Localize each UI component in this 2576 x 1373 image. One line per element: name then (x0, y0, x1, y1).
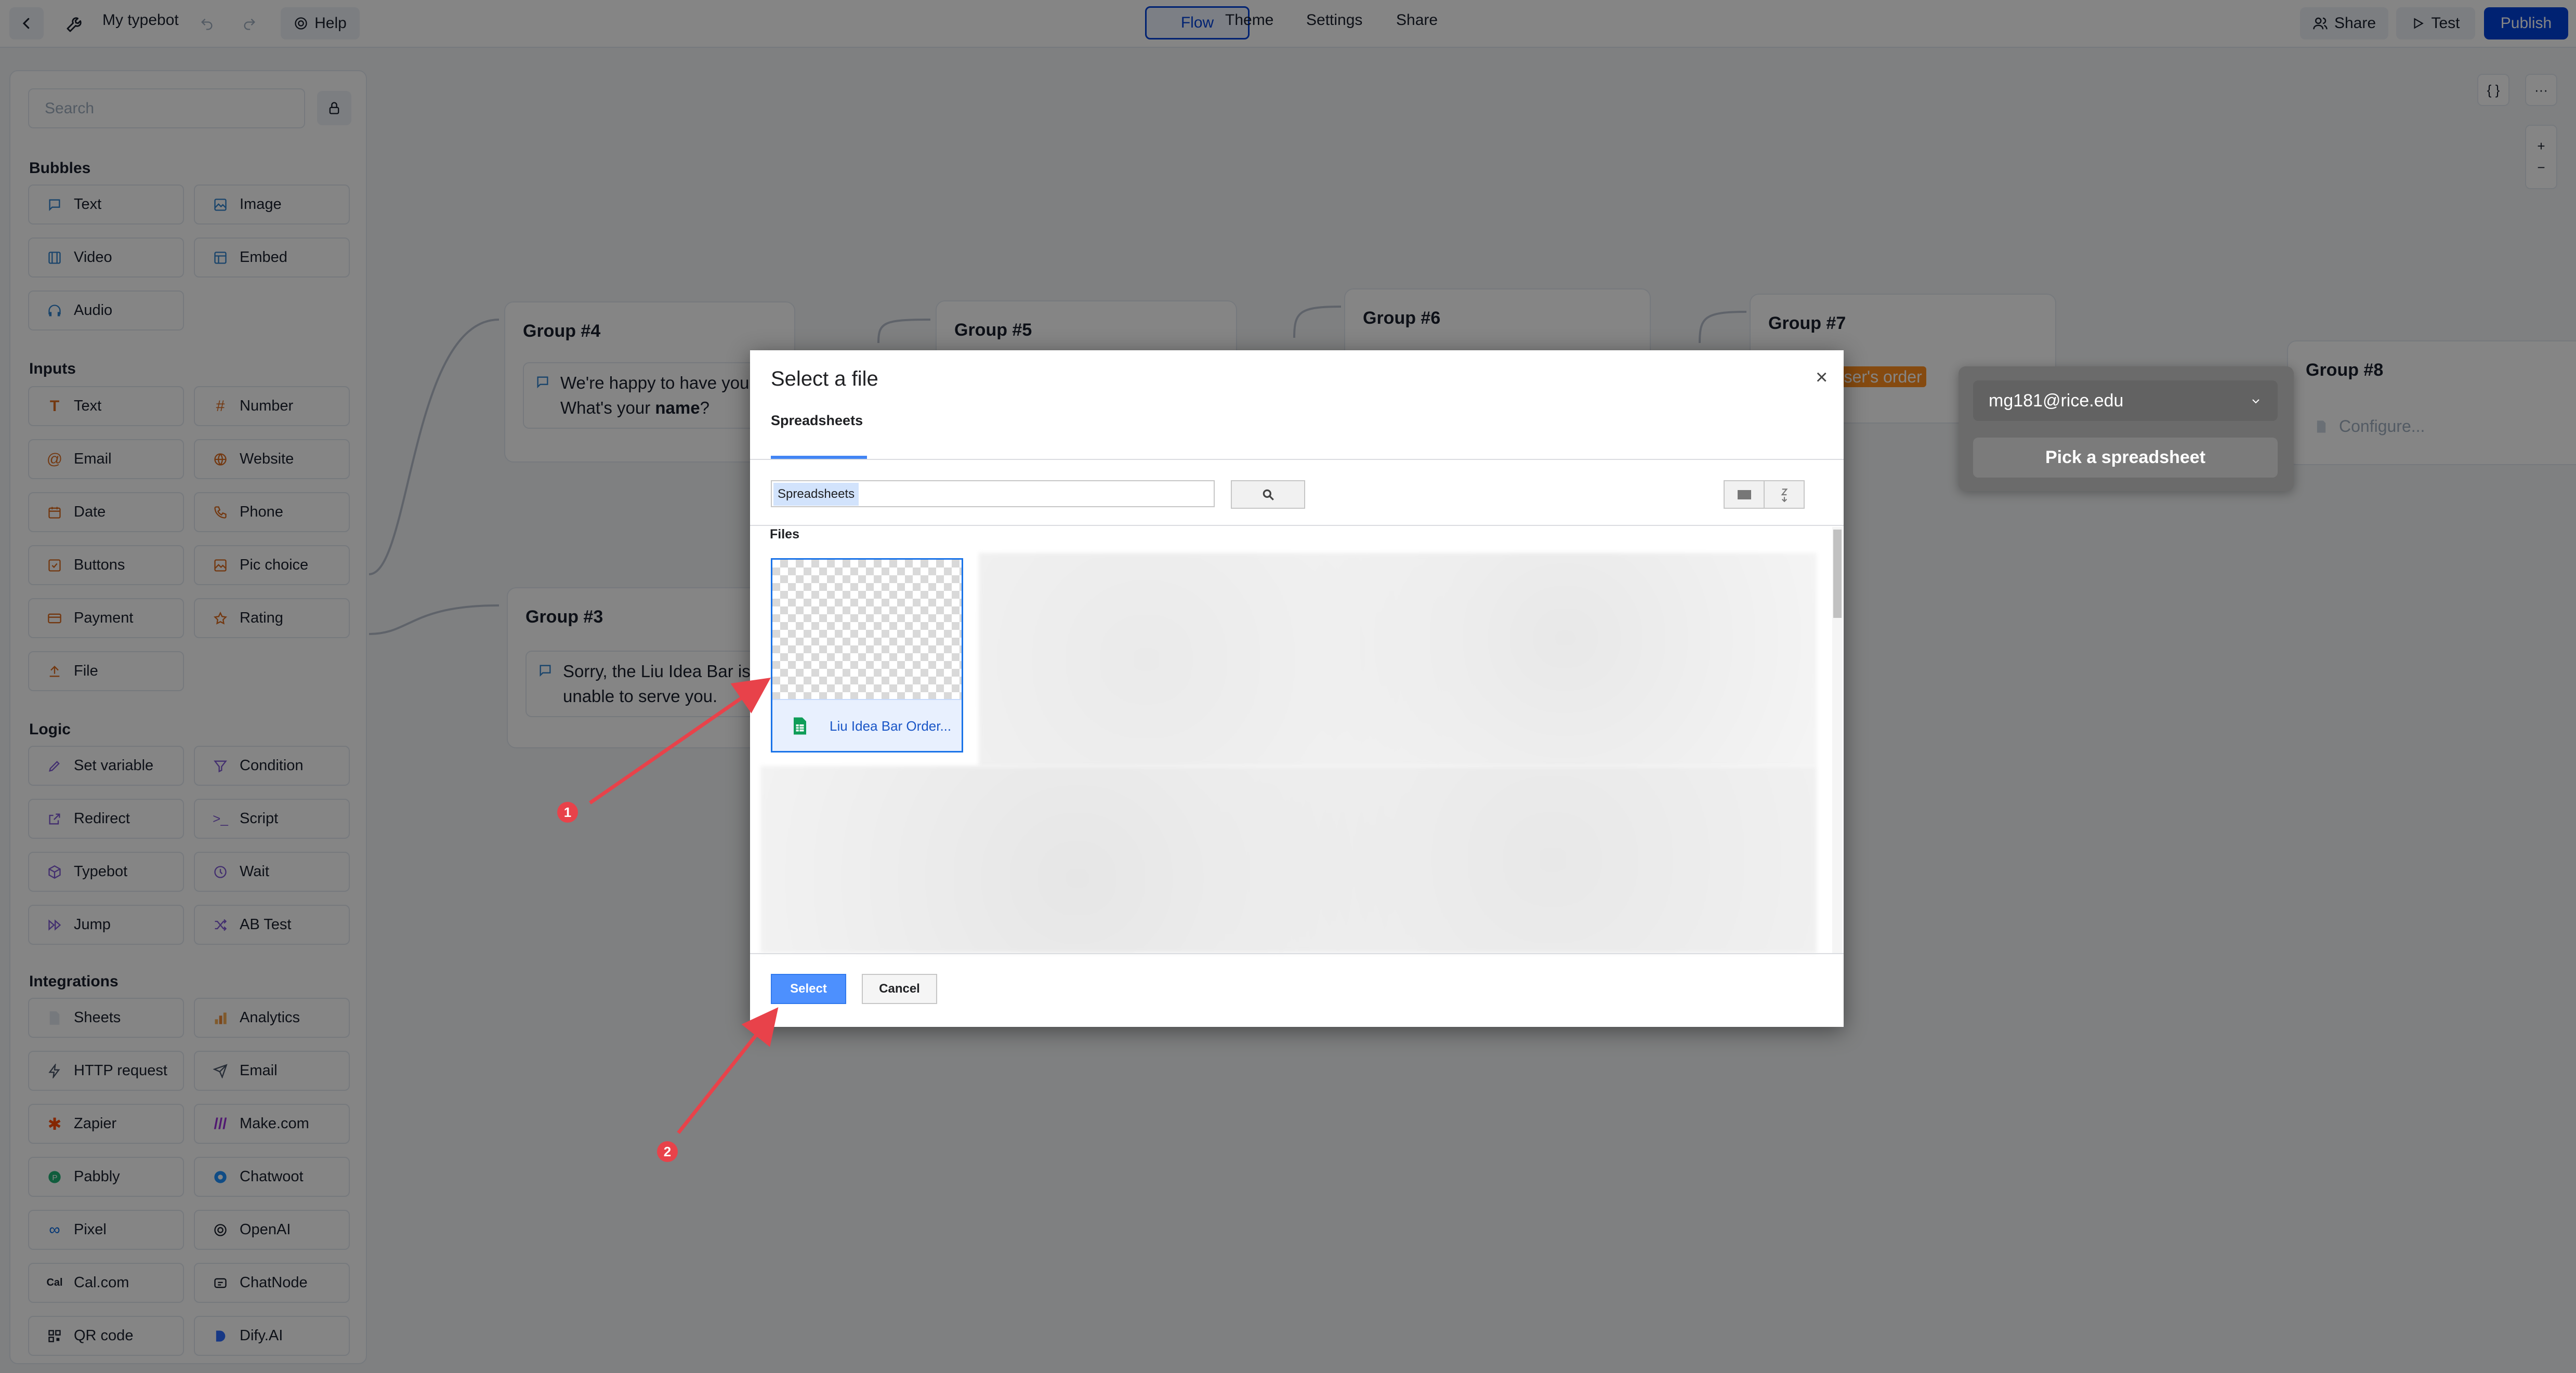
annotation-marker-1: 1 (557, 802, 578, 823)
annotation-arrows (589, 678, 779, 1134)
annotation-marker-2: 2 (657, 1141, 678, 1162)
